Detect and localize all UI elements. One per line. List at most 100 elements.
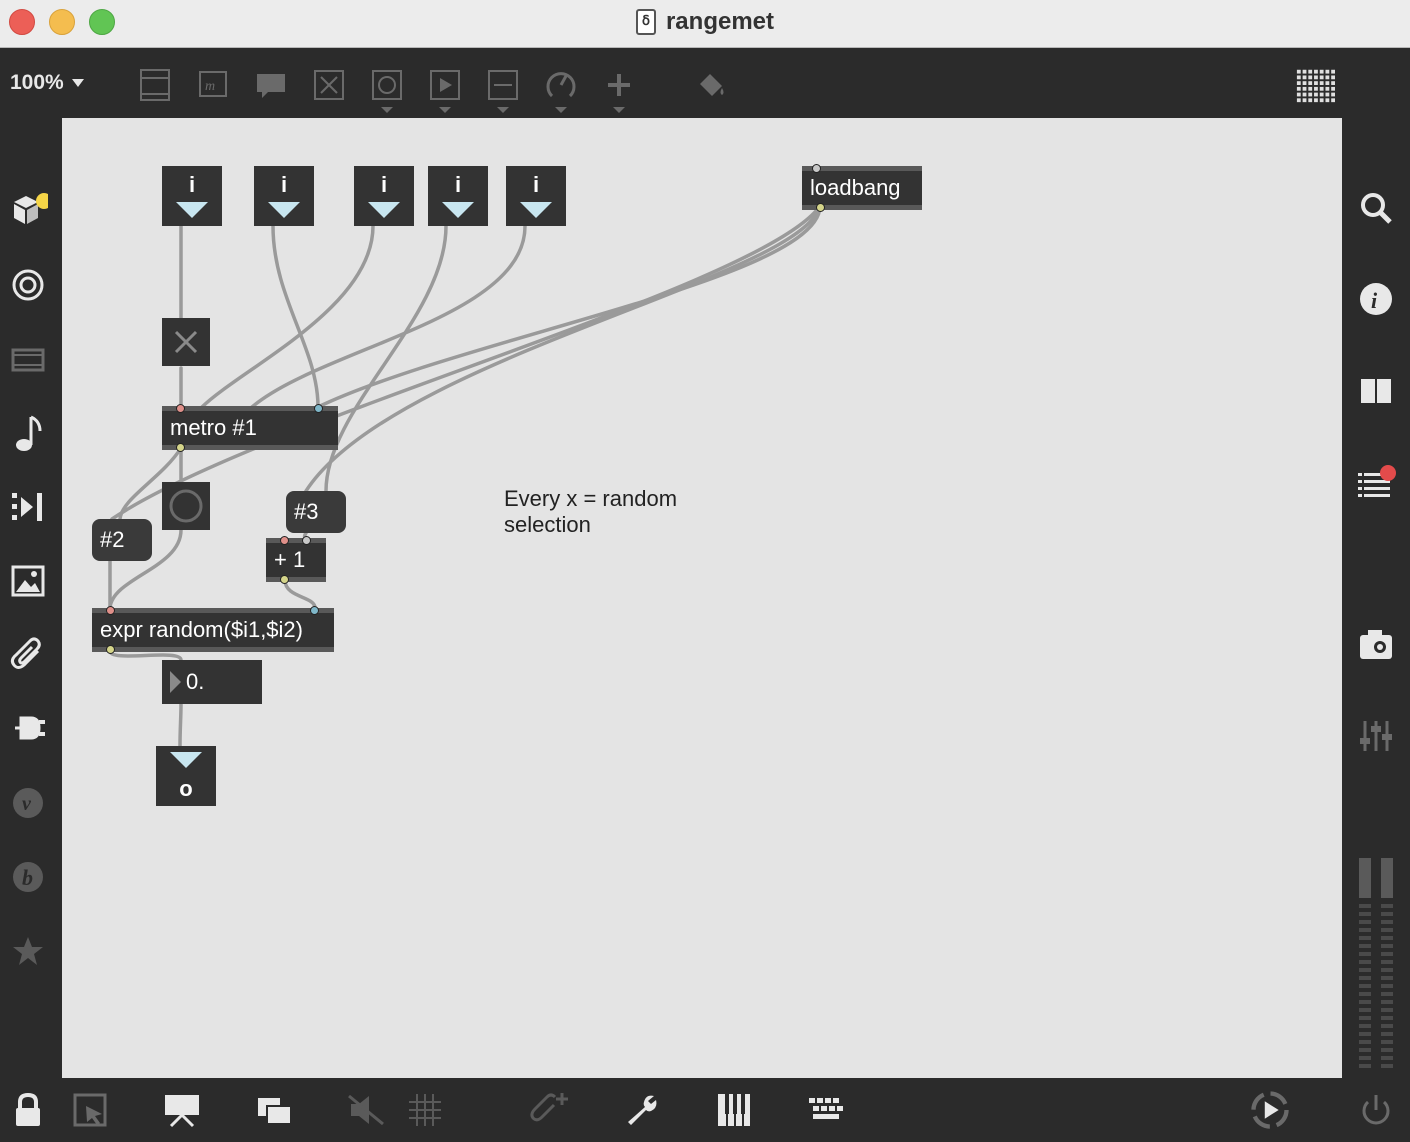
level-meter — [1357, 858, 1395, 1074]
inlet-int-4[interactable]: i — [428, 166, 488, 226]
chevron-down-icon — [613, 107, 625, 113]
expr-object[interactable]: expr random($i1,$i2) — [92, 606, 334, 654]
patch-cord — [316, 204, 822, 409]
info-icon[interactable]: i — [1356, 279, 1396, 319]
bang-button[interactable] — [162, 482, 210, 530]
mixer-icon[interactable] — [1356, 716, 1396, 756]
max-patcher-window: ẟ rangemet 100% m v b i i i i i i loadba… — [0, 0, 1410, 1142]
object-inlet-right[interactable] — [302, 536, 311, 545]
button-icon[interactable] — [367, 65, 407, 113]
inlet-int-1[interactable]: i — [162, 166, 222, 226]
chevron-down-icon — [439, 107, 451, 113]
zoom-select[interactable]: 100% — [10, 71, 84, 95]
float-number-box[interactable]: 0. — [162, 660, 262, 704]
outlet-label: o — [179, 776, 193, 801]
toggle-object[interactable] — [162, 318, 210, 366]
slider-icon[interactable] — [483, 65, 523, 113]
bottom-bar — [0, 1078, 1410, 1142]
inlet-arrow-icon — [442, 202, 474, 218]
attach-icon[interactable] — [530, 1090, 570, 1130]
close-icon — [174, 330, 198, 354]
sequence-icon[interactable] — [8, 487, 48, 527]
message-icon[interactable]: m — [193, 65, 233, 105]
list-icon[interactable] — [1356, 462, 1396, 502]
loadbang-label: loadbang — [810, 175, 901, 200]
metro-object[interactable]: metro #1 — [162, 404, 338, 452]
v-icon[interactable]: v — [8, 783, 48, 823]
inlet-arrow-icon — [268, 202, 300, 218]
keyboard-icon[interactable] — [806, 1090, 846, 1130]
columns-icon[interactable] — [1356, 371, 1396, 411]
presentation-lines-icon[interactable] — [135, 65, 175, 105]
grid-icon[interactable] — [405, 1090, 445, 1130]
paint-bucket-icon[interactable] — [691, 65, 731, 105]
music-note-icon[interactable] — [8, 413, 48, 453]
image-icon[interactable] — [8, 561, 48, 601]
cube-icon[interactable] — [8, 190, 48, 230]
dial-icon[interactable] — [541, 65, 581, 113]
mute-icon[interactable] — [346, 1090, 386, 1130]
message-3-label: #3 — [294, 499, 319, 524]
patcher-grid-icon[interactable] — [1295, 65, 1335, 105]
title-group: ẟ rangemet — [0, 0, 1410, 44]
inlet-int-label: i — [280, 172, 288, 197]
outlet-object[interactable]: o — [156, 746, 216, 806]
inlet-int-label: i — [188, 172, 196, 197]
object-inlet-left[interactable] — [176, 404, 185, 413]
inlet-int-3[interactable]: i — [354, 166, 414, 226]
message-3[interactable]: #3 — [286, 491, 346, 533]
object-inlet-left[interactable] — [280, 536, 289, 545]
plus-one-object[interactable]: + 1 — [266, 536, 326, 584]
patch-cord — [283, 578, 317, 610]
paperclip-icon[interactable] — [8, 635, 48, 675]
toggle-icon[interactable] — [309, 65, 349, 105]
power-icon[interactable] — [1356, 1090, 1396, 1130]
object-outlet[interactable] — [280, 575, 289, 584]
object-inlet-left[interactable] — [106, 606, 115, 615]
patch-comment[interactable]: Every x = random selection — [504, 486, 714, 538]
patcher-canvas[interactable]: i i i i i loadbang metro #1 #2 #3 + 1 ex… — [62, 118, 1342, 1078]
inlet-int-label: i — [532, 172, 540, 197]
piano-icon[interactable] — [714, 1090, 754, 1130]
search-icon[interactable] — [1356, 188, 1396, 228]
b-icon[interactable]: b — [8, 857, 48, 897]
lock-icon[interactable] — [8, 1090, 48, 1130]
play-icon[interactable] — [425, 65, 465, 113]
object-inlet[interactable] — [812, 164, 821, 173]
object-outlet[interactable] — [106, 645, 115, 654]
object-inlet-right[interactable] — [314, 404, 323, 413]
inlet-arrow-icon — [368, 202, 400, 218]
float-value: 0. — [186, 669, 205, 694]
plug-icon[interactable] — [8, 708, 48, 748]
windows-icon[interactable] — [254, 1090, 294, 1130]
loadbang-object[interactable]: loadbang — [802, 164, 922, 212]
object-inlet-right[interactable] — [310, 606, 319, 615]
inlet-int-5[interactable]: i — [506, 166, 566, 226]
message-2[interactable]: #2 — [92, 519, 152, 561]
svg-text:i: i — [1371, 288, 1378, 313]
window-title: rangemet — [665, 8, 775, 35]
inlet-arrow-icon — [520, 202, 552, 218]
patch-cord — [108, 649, 183, 662]
plus-icon[interactable] — [599, 65, 639, 113]
comment-icon[interactable] — [251, 65, 291, 105]
patch-cord — [200, 224, 375, 409]
presentation-icon[interactable] — [162, 1090, 202, 1130]
svg-text:b: b — [22, 865, 33, 890]
outlet-arrow-icon — [170, 752, 202, 768]
svg-text:v: v — [22, 793, 32, 815]
inlet-int-2[interactable]: i — [254, 166, 314, 226]
object-outlet[interactable] — [816, 203, 825, 212]
select-icon[interactable] — [70, 1090, 110, 1130]
number-arrow-icon — [170, 671, 181, 693]
expr-label: expr random($i1,$i2) — [100, 617, 303, 642]
film-icon[interactable] — [8, 340, 48, 380]
wrench-icon[interactable] — [622, 1090, 662, 1130]
object-outlet[interactable] — [176, 443, 185, 452]
star-icon[interactable] — [8, 931, 48, 971]
transport-icon[interactable] — [1250, 1090, 1290, 1130]
svg-text:m: m — [205, 79, 215, 94]
camera-icon[interactable] — [1356, 624, 1396, 664]
target-icon[interactable] — [8, 265, 48, 305]
zoom-value: 100% — [10, 71, 64, 94]
